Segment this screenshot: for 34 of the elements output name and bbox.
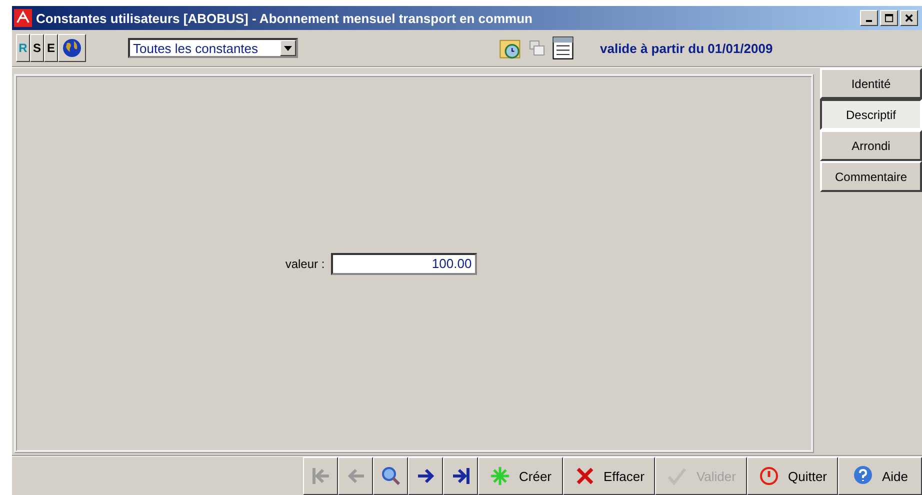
minimize-icon — [866, 20, 872, 22]
field-label: valeur : — [285, 256, 325, 270]
maximize-button[interactable] — [880, 10, 898, 26]
close-button[interactable] — [900, 10, 918, 26]
close-icon — [904, 14, 914, 22]
create-button[interactable]: Créer — [478, 457, 563, 495]
mode-button[interactable]: E — [44, 34, 58, 62]
validity-date-text: valide à partir du 01/01/2009 — [600, 40, 773, 56]
filter-dropdown[interactable]: Toutes les constantes — [128, 38, 298, 58]
minimize-button[interactable] — [860, 10, 878, 26]
mode-button[interactable]: S — [30, 34, 44, 62]
quit-button[interactable]: Quitter — [746, 457, 838, 495]
app-icon — [14, 9, 32, 27]
next-record-button[interactable] — [408, 457, 443, 495]
window-title: Constantes utilisateurs [ABOBUS] - Abonnement mensuel transport en commun — [36, 10, 534, 26]
maximize-icon — [884, 14, 894, 22]
magnifier-icon — [380, 465, 402, 487]
globe-icon — [62, 38, 82, 58]
side-tab[interactable]: Arrondi — [820, 130, 922, 161]
delete-button[interactable]: Effacer — [562, 457, 656, 495]
question-mark-icon — [852, 465, 874, 487]
side-tab[interactable]: Descriptif — [820, 99, 922, 130]
last-record-button[interactable] — [443, 457, 478, 495]
value-field[interactable]: 100.00 — [330, 252, 477, 274]
power-icon — [758, 465, 780, 487]
help-button[interactable]: Aide — [838, 457, 922, 495]
side-tab[interactable]: Commentaire — [820, 161, 922, 192]
calendar-icon[interactable] — [550, 35, 576, 61]
globe-button[interactable] — [58, 34, 86, 62]
arrow-icon — [310, 465, 332, 487]
asterisk-icon — [489, 465, 511, 487]
dropdown-arrow-icon — [284, 46, 292, 50]
search-button[interactable] — [373, 457, 408, 495]
side-tab[interactable]: Identité — [820, 68, 922, 99]
